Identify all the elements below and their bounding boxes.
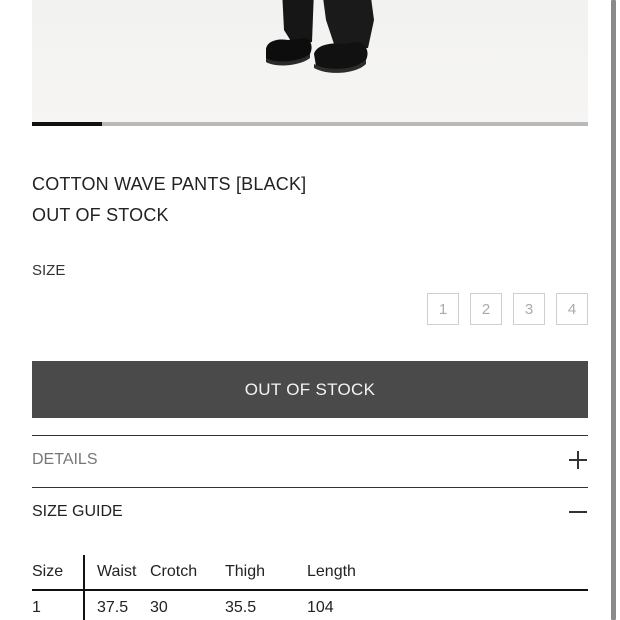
details-label: DETAILS bbox=[32, 451, 98, 468]
product-image[interactable] bbox=[32, 0, 588, 123]
size-guide-label: SIZE GUIDE bbox=[32, 503, 123, 520]
size-options: 1 2 3 4 bbox=[427, 293, 588, 325]
out-of-stock-button[interactable]: OUT OF STOCK bbox=[32, 361, 588, 418]
product-title: COTTON WAVE PANTS [BLACK] bbox=[32, 174, 307, 194]
size-option-3[interactable]: 3 bbox=[513, 293, 545, 325]
header-thigh: Thigh bbox=[225, 555, 307, 591]
header-crotch: Crotch bbox=[150, 555, 225, 591]
accordion-details[interactable]: DETAILS bbox=[32, 435, 588, 485]
scrollbar-thumb[interactable] bbox=[611, 0, 616, 620]
plus-icon[interactable] bbox=[568, 450, 588, 470]
size-option-2[interactable]: 2 bbox=[470, 293, 502, 325]
size-guide-table: Size Waist Crotch Thigh Length 1 37.5 30… bbox=[32, 555, 588, 620]
cell-thigh: 35.5 bbox=[225, 598, 257, 616]
gallery-progress-fill bbox=[32, 122, 102, 126]
product-photo-shoes bbox=[266, 0, 374, 73]
stock-status: OUT OF STOCK bbox=[32, 205, 169, 225]
gallery-progress-track[interactable] bbox=[32, 122, 588, 126]
cell-length: 104 bbox=[307, 598, 334, 616]
table-header-row: Size Waist Crotch Thigh Length bbox=[32, 555, 588, 591]
header-length: Length bbox=[307, 555, 588, 591]
cell-size: 1 bbox=[32, 590, 85, 620]
accordion-size-guide[interactable]: SIZE GUIDE bbox=[32, 487, 588, 537]
cell-crotch: 30 bbox=[150, 598, 168, 616]
size-label: SIZE bbox=[32, 262, 66, 279]
size-option-4[interactable]: 4 bbox=[556, 293, 588, 325]
table-row: 1 37.5 30 35.5 104 bbox=[32, 590, 588, 620]
minus-icon[interactable] bbox=[568, 502, 588, 522]
size-option-1[interactable]: 1 bbox=[427, 293, 459, 325]
header-waist: Waist bbox=[84, 555, 150, 591]
header-size: Size bbox=[32, 555, 85, 591]
cell-waist: 37.5 bbox=[97, 598, 129, 616]
scrollbar-track[interactable] bbox=[610, 0, 620, 620]
